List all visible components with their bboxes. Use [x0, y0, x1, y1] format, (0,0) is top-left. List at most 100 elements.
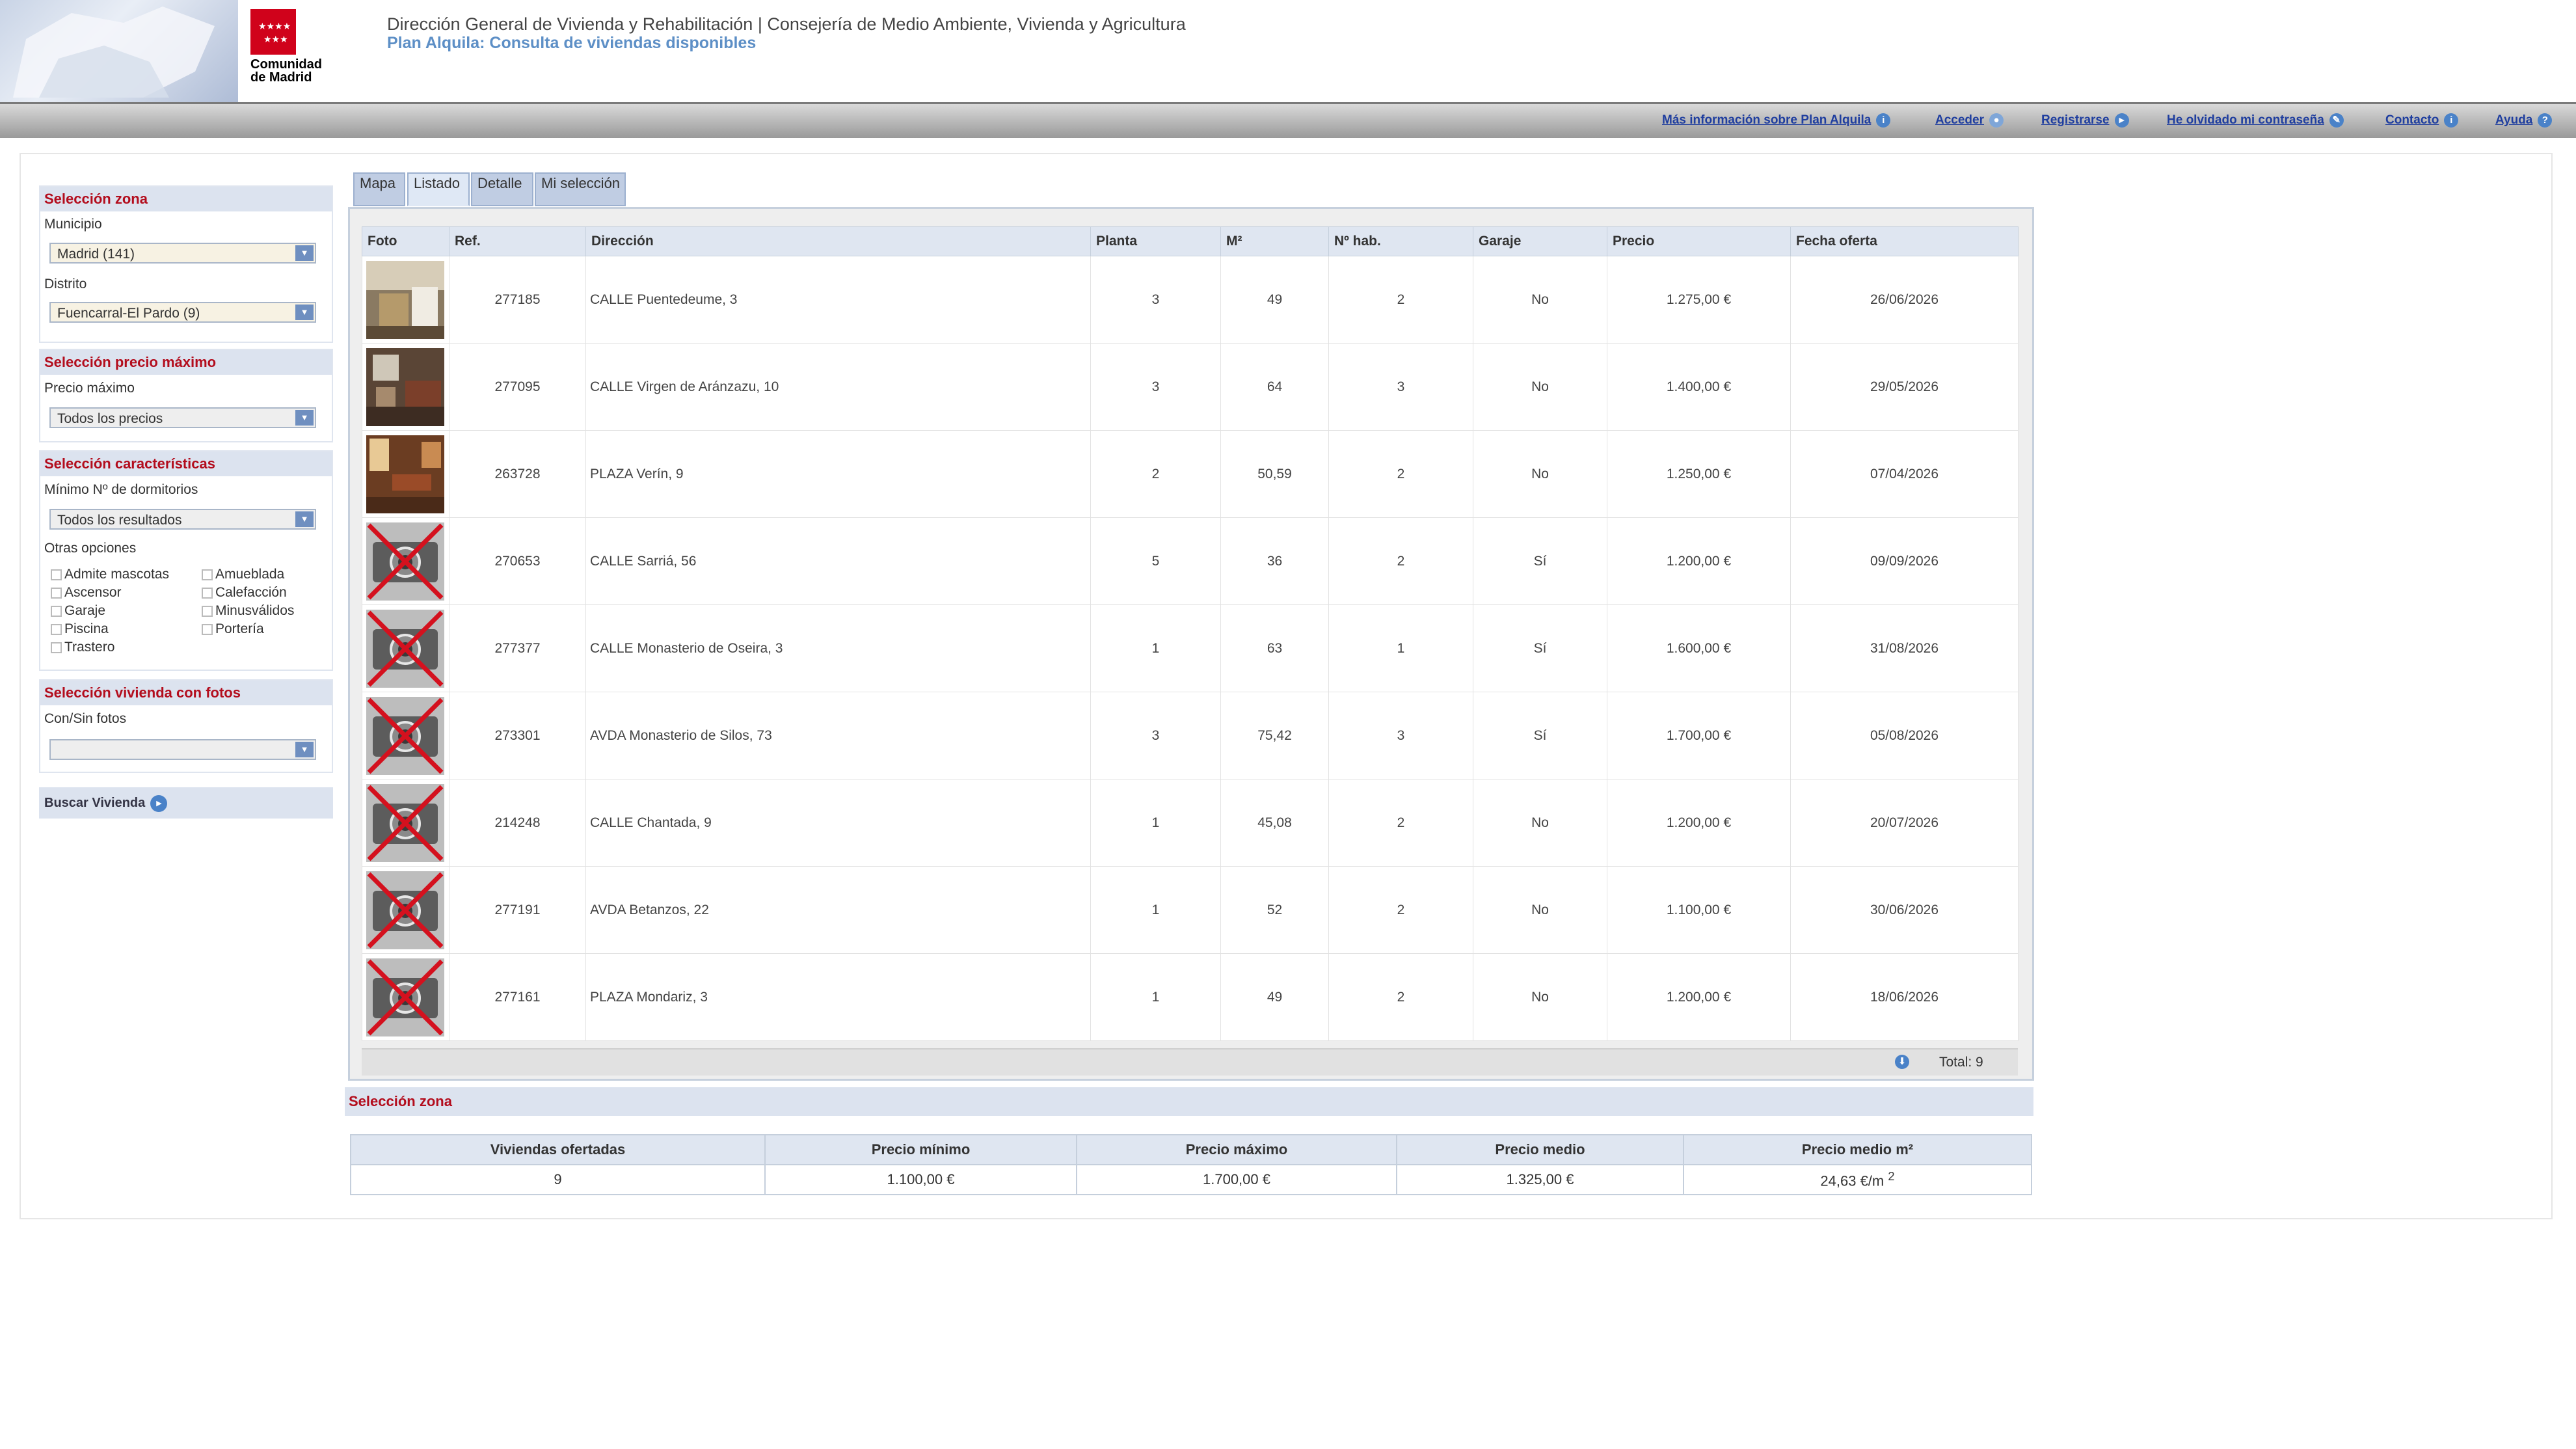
ref-cell[interactable]: 277161: [449, 953, 586, 1041]
table-row[interactable]: 263728 PLAZA Verín, 9 2 50,59 2 No 1.250,00 €0…: [362, 430, 2019, 518]
table-row[interactable]: 277191 AVDA Betanzos, 22 1 52 2 No 1.100,00 €3…: [362, 866, 2019, 954]
no-photo-icon[interactable]: [366, 609, 445, 688]
checkbox-calefaccion[interactable]: Calefacción: [202, 585, 287, 601]
address-cell[interactable]: AVDA Betanzos, 22: [585, 866, 1091, 954]
tab-mi-seleccion[interactable]: Mi selección: [535, 172, 626, 206]
table-row[interactable]: 214248 CALLE Chantada, 9 1 45,08 2 No 1.200,00…: [362, 779, 2019, 867]
address-cell[interactable]: AVDA Monasterio de Silos, 73: [585, 692, 1091, 779]
tab-mapa[interactable]: Mapa: [353, 172, 405, 206]
ref-cell[interactable]: 277377: [449, 604, 586, 692]
no-photo-icon[interactable]: [366, 696, 445, 775]
property-photo[interactable]: [366, 260, 445, 339]
column-header-fecha-oferta[interactable]: Fecha oferta: [1790, 226, 2019, 256]
column-header-garaje[interactable]: Garaje: [1473, 226, 1607, 256]
address-cell[interactable]: CALLE Monasterio de Oseira, 3: [585, 604, 1091, 692]
photo-cell[interactable]: [362, 953, 449, 1041]
pencil-icon: ✎: [2329, 113, 2344, 128]
address-cell[interactable]: PLAZA Verín, 9: [585, 430, 1091, 518]
checkbox-label: Trastero: [64, 640, 115, 655]
summary-viviendas-value: 9: [350, 1164, 766, 1195]
con-sin-fotos-select[interactable]: ▼: [49, 739, 316, 760]
nav-register-link[interactable]: Registrarse ▸: [2041, 113, 2129, 128]
table-row[interactable]: 277185 CALLE Puentedeume, 3 3 49 2 No 1.275,00…: [362, 256, 2019, 344]
photo-cell[interactable]: [362, 779, 449, 867]
address-cell[interactable]: CALLE Puentedeume, 3: [585, 256, 1091, 344]
checkbox-trastero[interactable]: Trastero: [51, 640, 114, 655]
floor-cell: 1: [1090, 779, 1221, 867]
column-header-direccion[interactable]: Dirección: [585, 226, 1091, 256]
column-header-m2[interactable]: M²: [1220, 226, 1329, 256]
ref-cell[interactable]: 277191: [449, 866, 586, 954]
table-row[interactable]: 277377 CALLE Monasterio de Oseira, 3 1 63 1 S…: [362, 604, 2019, 692]
no-photo-icon[interactable]: [366, 958, 445, 1036]
nav-info-link[interactable]: Más información sobre Plan Alquila i: [1662, 113, 1891, 128]
rooms-cell: 2: [1328, 866, 1473, 954]
garage-cell: No: [1473, 953, 1607, 1041]
checkbox-admite-mascotas[interactable]: Admite mascotas: [51, 567, 169, 582]
column-header-precio[interactable]: Precio: [1607, 226, 1791, 256]
checkbox-box: [51, 587, 62, 599]
checkbox-piscina[interactable]: Piscina: [51, 621, 109, 637]
ref-cell[interactable]: 214248: [449, 779, 586, 867]
garage-cell: No: [1473, 343, 1607, 431]
chevron-down-icon: ▼: [295, 742, 314, 757]
checkbox-minusvalidos[interactable]: Minusválidos: [202, 603, 294, 619]
ref-cell[interactable]: 277185: [449, 256, 586, 344]
column-header-habitaciones[interactable]: Nº hab.: [1328, 226, 1473, 256]
photo-cell[interactable]: [362, 343, 449, 431]
nav-help-link[interactable]: Ayuda?: [2495, 113, 2553, 128]
photo-cell[interactable]: [362, 692, 449, 779]
photo-cell[interactable]: [362, 866, 449, 954]
table-row[interactable]: 273301 AVDA Monasterio de Silos, 73 3 75,42…: [362, 692, 2019, 779]
garage-cell: No: [1473, 866, 1607, 954]
column-header-planta[interactable]: Planta: [1090, 226, 1221, 256]
table-row[interactable]: 277095 CALLE Virgen de Aránzazu, 10 3 64 3 No…: [362, 343, 2019, 431]
header-subtitle: Plan Alquila: Consulta de viviendas disp…: [387, 34, 757, 52]
date-cell: 26/06/2026: [1790, 256, 2019, 344]
checkbox-amueblada[interactable]: Amueblada: [202, 567, 284, 582]
checkbox-porteria[interactable]: Portería: [202, 621, 264, 637]
property-photo[interactable]: [366, 435, 445, 513]
ref-cell[interactable]: 270653: [449, 517, 586, 605]
nav-contact-label: Contacto: [2385, 113, 2439, 128]
tab-detalle[interactable]: Detalle: [471, 172, 533, 206]
no-photo-icon[interactable]: [366, 783, 445, 862]
table-row[interactable]: 270653 CALLE Sarriá, 56 5 36 2 Sí 1.200,00 €09…: [362, 517, 2019, 605]
nav-contact-link[interactable]: Contacto i: [2385, 113, 2459, 128]
property-photo[interactable]: [366, 347, 445, 426]
address-cell[interactable]: PLAZA Mondariz, 3: [585, 953, 1091, 1041]
ref-cell[interactable]: 277095: [449, 343, 586, 431]
municipio-select[interactable]: Madrid (141) ▼: [49, 243, 316, 264]
date-cell: 18/06/2026: [1790, 953, 2019, 1041]
checkbox-box: [202, 605, 213, 617]
distrito-select[interactable]: Fuencarral-El Pardo (9) ▼: [49, 302, 316, 323]
download-icon[interactable]: ⬇: [1895, 1055, 1909, 1069]
comunidad-madrid-logo[interactable]: Comunidad de Madrid: [250, 58, 322, 84]
photo-cell[interactable]: [362, 517, 449, 605]
dormitorios-select[interactable]: Todos los resultados ▼: [49, 509, 316, 530]
checkbox-ascensor[interactable]: Ascensor: [51, 585, 122, 601]
no-photo-icon[interactable]: [366, 871, 445, 949]
ref-cell[interactable]: 273301: [449, 692, 586, 779]
address-cell[interactable]: CALLE Chantada, 9: [585, 779, 1091, 867]
checkbox-garaje[interactable]: Garaje: [51, 603, 105, 619]
ref-cell[interactable]: 263728: [449, 430, 586, 518]
nav-login-link[interactable]: Acceder ●: [1935, 113, 2004, 128]
address-cell[interactable]: CALLE Virgen de Aránzazu, 10: [585, 343, 1091, 431]
buscar-vivienda-button[interactable]: Buscar Vivienda ▸: [39, 787, 333, 819]
photo-cell[interactable]: [362, 604, 449, 692]
garage-cell: No: [1473, 256, 1607, 344]
summary-m2-superscript: 2: [1888, 1169, 1895, 1184]
floor-cell: 5: [1090, 517, 1221, 605]
column-header-ref[interactable]: Ref.: [449, 226, 586, 256]
photo-cell[interactable]: [362, 256, 449, 344]
address-cell[interactable]: CALLE Sarriá, 56: [585, 517, 1091, 605]
photo-cell[interactable]: [362, 430, 449, 518]
precio-maximo-select[interactable]: Todos los precios ▼: [49, 407, 316, 428]
no-photo-icon[interactable]: [366, 522, 445, 601]
table-row[interactable]: 277161 PLAZA Mondariz, 3 1 49 2 No 1.200,00 €1…: [362, 953, 2019, 1041]
nav-forgot-password-link[interactable]: He olvidado mi contraseña ✎: [2167, 113, 2344, 128]
summary-table: Viviendas ofertadas Precio mínimo Precio…: [350, 1134, 2032, 1195]
nav-info-label: Más información sobre Plan Alquila: [1662, 113, 1872, 128]
tab-listado[interactable]: Listado: [407, 172, 470, 206]
